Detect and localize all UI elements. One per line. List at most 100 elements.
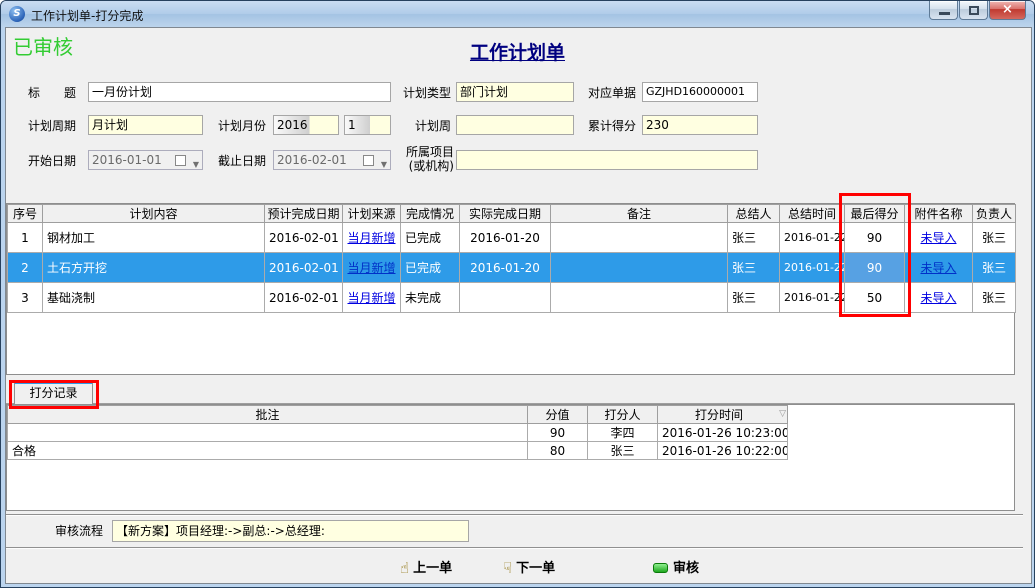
cell-scorer: 张三 <box>588 442 658 460</box>
divider <box>6 547 1023 549</box>
cell-summarizer: 张三 <box>728 253 780 283</box>
prev-doc-label: 上一单 <box>413 561 452 576</box>
cell-score: 90 <box>528 424 588 442</box>
year-spinner[interactable]: 2016 <box>273 115 339 135</box>
cell-expected-date: 2016-02-01 <box>265 223 343 253</box>
cell-expected-date: 2016-02-01 <box>265 253 343 283</box>
cell-summary-time: 2016-01-22 11:32:00 <box>780 253 845 283</box>
col-header-owner: 负责人 <box>973 205 1016 223</box>
attachment-link[interactable]: 未导入 <box>920 261 956 275</box>
maximize-button[interactable] <box>959 1 988 20</box>
score-grid-panel: 批注 分值 打分人 ▽ 打分时间 90 李四 2016-01-26 10:23:… <box>6 404 1015 511</box>
col-header-score-time[interactable]: ▽ 打分时间 <box>658 406 788 424</box>
total-score-label: 累计得分 <box>581 119 636 133</box>
table-row-selected[interactable]: 2 土石方开挖 2016-02-01 当月新增 已完成 2016-01-20 张… <box>8 253 1016 283</box>
cell-score: 80 <box>528 442 588 460</box>
col-header-source: 计划来源 <box>343 205 401 223</box>
chevron-down-icon[interactable]: ▼ <box>193 156 199 170</box>
cell-owner: 张三 <box>973 283 1016 313</box>
cell-comment: 合格 <box>8 442 528 460</box>
plan-grid-panel: 序号 计划内容 预计完成日期 计划来源 完成情况 实际完成日期 备注 总结人 总… <box>6 203 1015 375</box>
end-date-value: 2016-02-01 <box>277 153 347 167</box>
maximize-icon <box>969 6 979 15</box>
cell-summary-time: 2016-01-22 11:32:00 <box>780 223 845 253</box>
score-time-label: 打分时间 <box>695 408 743 422</box>
cell-content: 土石方开挖 <box>43 253 265 283</box>
prev-doc-button[interactable]: ☝上一单 <box>400 557 452 577</box>
calendar-icon <box>363 155 374 166</box>
cell-seq: 1 <box>8 223 43 253</box>
hand-down-icon: ☟ <box>503 559 512 577</box>
end-date-picker[interactable]: 2016-02-01 ▼ <box>273 150 391 170</box>
page-title-wrap: 工作计划单 <box>1 38 1034 65</box>
chevron-down-icon[interactable]: ▼ <box>381 156 387 170</box>
flow-field[interactable]: 【新方案】项目经理:->副总:->总经理: <box>112 520 469 542</box>
attachment-link[interactable]: 未导入 <box>920 291 956 305</box>
minimize-icon <box>939 12 950 15</box>
divider <box>6 514 1023 516</box>
start-date-value: 2016-01-01 <box>92 153 162 167</box>
cell-final-score: 90 <box>845 223 905 253</box>
cell-score-time: 2016-01-26 10:22:00 <box>658 442 788 460</box>
title-field[interactable]: 一月份计划 <box>88 82 391 102</box>
tab-score-record[interactable]: 打分记录 <box>14 381 93 405</box>
project-field[interactable] <box>456 150 758 170</box>
score-table-header-row: 批注 分值 打分人 ▽ 打分时间 <box>8 406 788 424</box>
cell-summary-time: 2016-01-22 11:32:00 <box>780 283 845 313</box>
total-score-field[interactable]: 230 <box>642 115 758 135</box>
col-header-score[interactable]: 分值 <box>528 406 588 424</box>
cell-remarks <box>551 253 728 283</box>
cell-final-score: 90 <box>845 253 905 283</box>
project-label: 所属项目(或机构) <box>397 145 454 173</box>
page-title: 工作计划单 <box>470 42 565 64</box>
start-date-label: 开始日期 <box>19 154 76 168</box>
col-header-attachment: 附件名称 <box>905 205 973 223</box>
col-header-remarks: 备注 <box>551 205 728 223</box>
cell-content: 钢材加工 <box>43 223 265 253</box>
plan-source-link[interactable]: 当月新增 <box>347 261 395 275</box>
title-label: 标 题 <box>19 86 76 100</box>
score-row[interactable]: 合格 80 张三 2016-01-26 10:22:00 <box>8 442 788 460</box>
doc-field[interactable]: GZJHD160000001 <box>642 82 758 102</box>
col-header-comment[interactable]: 批注 <box>8 406 528 424</box>
table-row[interactable]: 1 钢材加工 2016-02-01 当月新增 已完成 2016-01-20 张三… <box>8 223 1016 253</box>
plan-source-link[interactable]: 当月新增 <box>347 291 395 305</box>
window: S 工作计划单-打分完成 × 已审核 工作计划单 标 题 一月份计划 计划类型 … <box>0 0 1035 588</box>
col-header-expected-date: 预计完成日期 <box>265 205 343 223</box>
score-tabbar <box>6 378 1015 404</box>
minimize-button[interactable] <box>929 1 958 20</box>
close-button[interactable]: × <box>989 1 1026 20</box>
cell-content: 基础浇制 <box>43 283 265 313</box>
plan-source-link[interactable]: 当月新增 <box>347 231 395 245</box>
cell-remarks <box>551 283 728 313</box>
start-date-picker[interactable]: 2016-01-01 ▼ <box>88 150 203 170</box>
next-doc-button[interactable]: ☟ 下一单 <box>503 557 555 577</box>
plan-type-field[interactable]: 部门计划 <box>456 82 574 102</box>
audit-label: 审核 <box>673 561 699 576</box>
attachment-link[interactable]: 未导入 <box>920 231 956 245</box>
cell-summarizer: 张三 <box>728 283 780 313</box>
cycle-label: 计划周期 <box>19 119 76 133</box>
month-label: 计划月份 <box>211 119 266 133</box>
audit-button[interactable]: 审核 <box>653 557 699 576</box>
cell-actual-date: 2016-01-20 <box>460 223 551 253</box>
window-title: 工作计划单-打分完成 <box>31 7 143 24</box>
col-header-seq: 序号 <box>8 205 43 223</box>
cell-seq: 3 <box>8 283 43 313</box>
cell-completion: 未完成 <box>401 283 460 313</box>
cycle-field[interactable]: 月计划 <box>88 115 203 135</box>
plan-table-header-row: 序号 计划内容 预计完成日期 计划来源 完成情况 实际完成日期 备注 总结人 总… <box>8 205 1016 223</box>
next-doc-label: 下一单 <box>516 561 555 576</box>
col-header-summarizer: 总结人 <box>728 205 780 223</box>
sort-desc-icon[interactable]: ▽ <box>779 409 786 419</box>
cell-summarizer: 张三 <box>728 223 780 253</box>
titlebar[interactable]: S 工作计划单-打分完成 × <box>1 1 1034 27</box>
calendar-icon <box>175 155 186 166</box>
cell-final-score: 50 <box>845 283 905 313</box>
week-field[interactable] <box>456 115 574 135</box>
col-header-scorer[interactable]: 打分人 <box>588 406 658 424</box>
month-spinner[interactable]: 1 <box>344 115 391 135</box>
table-row[interactable]: 3 基础浇制 2016-02-01 当月新增 未完成 张三 2016-01-22… <box>8 283 1016 313</box>
score-row[interactable]: 90 李四 2016-01-26 10:23:00 <box>8 424 788 442</box>
cell-remarks <box>551 223 728 253</box>
